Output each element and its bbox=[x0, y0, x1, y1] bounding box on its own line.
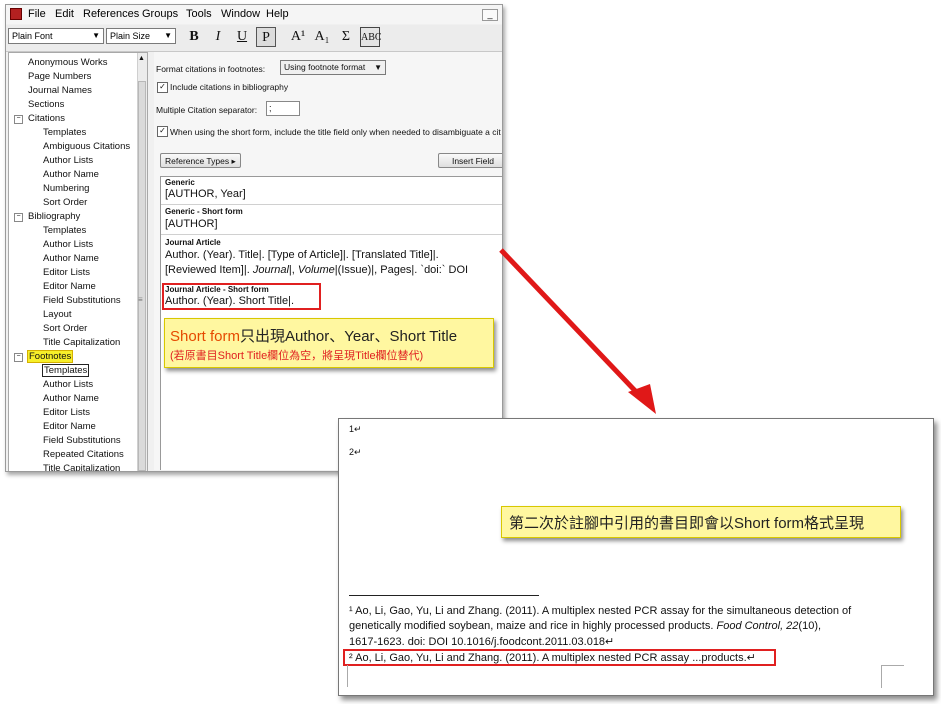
short-form-explanation-note: Short form只出現Author、Year、Short Title (若原… bbox=[164, 318, 494, 368]
note-line1: Short form只出現Author、Year、Short Title bbox=[170, 325, 457, 346]
footnote-1-line1: ¹ Ao, Li, Gao, Yu, Li and Zhang. (2011).… bbox=[349, 605, 852, 617]
second-citation-note: 第二次於註腳中引用的書目即會以Short form格式呈現 bbox=[501, 506, 901, 538]
note-text: 只出現Author、Year、Short Title bbox=[240, 328, 458, 345]
footnote-text: genetically modified soybean, maize and … bbox=[349, 620, 717, 632]
note-text: 第二次於註腳中引用的書目即會以Short form格式呈現 bbox=[509, 515, 865, 532]
footnote-text: (10), bbox=[798, 620, 822, 632]
footnote-separator bbox=[349, 595, 539, 596]
citation-marker-2: 2↵ bbox=[349, 447, 362, 457]
page-margin-mark bbox=[347, 665, 348, 687]
page-corner-mark bbox=[881, 665, 904, 688]
citation-marker-1: 1↵ bbox=[349, 424, 362, 434]
footnote-1-line2: genetically modified soybean, maize and … bbox=[349, 620, 821, 632]
note-highlight-text: Short form bbox=[170, 328, 241, 345]
note-line2: (若原書目Short Title欄位為空，將呈現Title欄位替代) bbox=[170, 350, 424, 362]
arrow-to-document bbox=[499, 248, 644, 400]
footnote-1-line3: 1617-1623. doi: DOI 10.1016/j.foodcont.2… bbox=[349, 636, 615, 648]
word-document-page: 1↵ 2↵ ¹ Ao, Li, Gao, Yu, Li and Zhang. (… bbox=[338, 418, 934, 696]
footnote-2: ² Ao, Li, Gao, Yu, Li and Zhang. (2011).… bbox=[349, 652, 756, 664]
footnote-journal: Food Control, 22 bbox=[716, 620, 799, 632]
